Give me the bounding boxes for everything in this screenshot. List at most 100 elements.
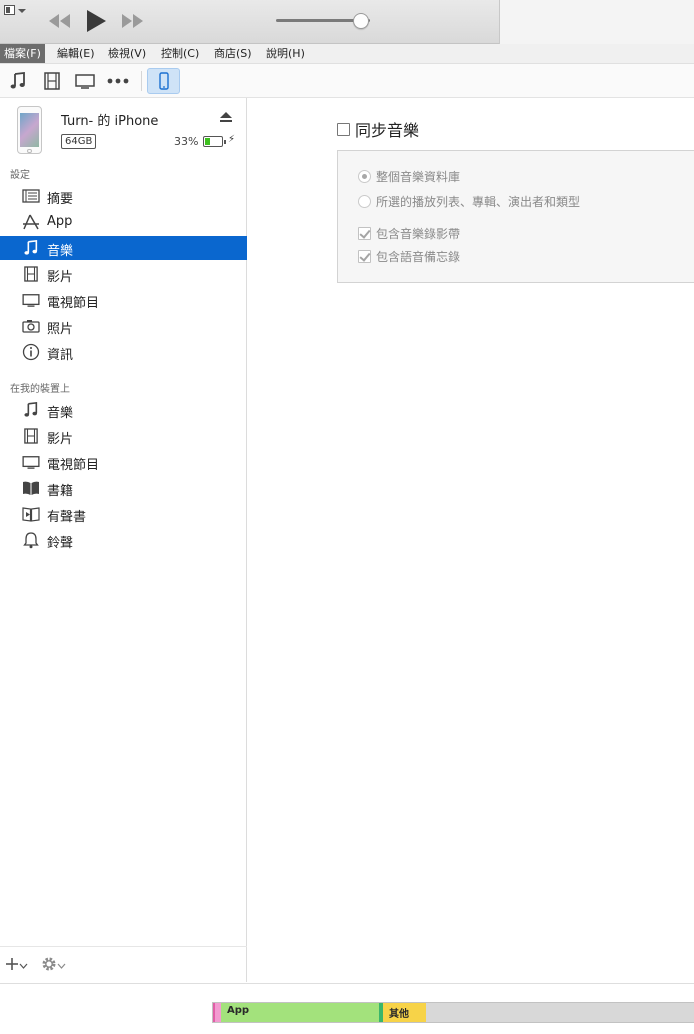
app-store-icon bbox=[21, 213, 41, 231]
volume-knob[interactable] bbox=[353, 13, 369, 29]
iphone-thumbnail bbox=[17, 106, 42, 154]
settings-button[interactable] bbox=[41, 955, 66, 975]
option-label: 包含音樂錄影帶 bbox=[376, 226, 461, 241]
film-icon bbox=[21, 265, 41, 283]
storage-segment bbox=[426, 1003, 693, 1022]
gear-icon bbox=[41, 956, 57, 975]
entire-library-radio[interactable]: 整個音樂資料庫 bbox=[358, 166, 460, 186]
eject-icon[interactable] bbox=[219, 112, 233, 124]
sidebar-item-device-books[interactable]: 書籍 bbox=[0, 476, 247, 500]
sync-checkbox-box[interactable] bbox=[337, 122, 350, 136]
sidebar-item-label: App bbox=[47, 214, 73, 229]
fast-forward-icon[interactable] bbox=[120, 8, 146, 34]
menu-store[interactable]: 商店(S) bbox=[210, 44, 256, 63]
sidebar-item-label: 書籍 bbox=[47, 484, 74, 499]
tv-icon bbox=[21, 291, 41, 309]
film-icon bbox=[21, 427, 41, 445]
info-icon bbox=[21, 343, 41, 361]
sidebar-item-info[interactable]: 資訊 bbox=[0, 340, 247, 364]
sidebar-item-label: 音樂 bbox=[47, 406, 74, 421]
menu-help[interactable]: 說明(H) bbox=[262, 44, 309, 63]
option-label: 所選的播放列表、專輯、演出者和類型 bbox=[376, 194, 581, 209]
sidebar-item-device-audiobooks[interactable]: 有聲書 bbox=[0, 502, 247, 526]
sidebar-item-music[interactable]: 音樂 bbox=[0, 236, 247, 260]
film-icon[interactable] bbox=[40, 69, 64, 93]
chevron-down-icon bbox=[57, 958, 66, 972]
sync-options-group: 整個音樂資料庫 所選的播放列表、專輯、演出者和類型 包含音樂錄影帶 包含語音備忘… bbox=[337, 150, 694, 283]
sidebar-item-tv-shows[interactable]: 電視節目 bbox=[0, 288, 247, 312]
chevron-down-icon bbox=[19, 958, 28, 972]
sidebar: Turn- 的 iPhone 64GB 33% ⚡ 設定 摘要 App 音樂 影… bbox=[0, 98, 247, 982]
sidebar-item-label: 電視節目 bbox=[47, 458, 100, 473]
option-label: 包含語音備忘錄 bbox=[376, 249, 461, 264]
include-voice-memos-checkbox[interactable]: 包含語音備忘錄 bbox=[358, 246, 460, 266]
checkbox[interactable] bbox=[358, 226, 371, 240]
sidebar-item-device-tv-shows[interactable]: 電視節目 bbox=[0, 450, 247, 474]
sidebar-item-device-movies[interactable]: 影片 bbox=[0, 424, 247, 448]
bell-icon bbox=[21, 531, 41, 549]
storage-segment-label: App bbox=[227, 1005, 250, 1016]
iphone-icon[interactable] bbox=[147, 68, 180, 94]
storage-segment: App bbox=[221, 1003, 379, 1022]
add-button[interactable] bbox=[5, 955, 28, 975]
sidebar-footer bbox=[0, 946, 247, 982]
include-videos-checkbox[interactable]: 包含音樂錄影帶 bbox=[358, 223, 460, 243]
music-note-icon[interactable] bbox=[6, 69, 30, 93]
music-sync-panel: 同步音樂 整個音樂資料庫 所選的播放列表、專輯、演出者和類型 包含音樂錄影帶 包… bbox=[248, 98, 694, 982]
sidebar-item-label: 音樂 bbox=[47, 244, 74, 259]
radio-button[interactable] bbox=[358, 169, 371, 183]
audiobook-icon bbox=[21, 505, 41, 523]
title-bar bbox=[0, 0, 694, 44]
status-bar: App 其他 bbox=[0, 983, 694, 1034]
summary-list-icon bbox=[21, 187, 41, 205]
sidebar-item-device-ringtones[interactable]: 鈴聲 bbox=[0, 528, 247, 552]
battery-percent: 33% bbox=[174, 135, 199, 148]
media-toolbar bbox=[0, 64, 694, 98]
window-menu-icon[interactable] bbox=[4, 4, 28, 18]
toolbar-divider bbox=[141, 71, 142, 91]
sidebar-item-label: 影片 bbox=[47, 432, 74, 447]
sidebar-item-label: 影片 bbox=[47, 270, 74, 285]
storage-capacity-bar: App 其他 bbox=[212, 1002, 694, 1023]
more-dots-icon[interactable] bbox=[106, 69, 130, 93]
storage-segment: 其他 bbox=[383, 1003, 426, 1022]
sidebar-item-label: 鈴聲 bbox=[47, 536, 74, 551]
menu-view[interactable]: 檢視(V) bbox=[104, 44, 150, 63]
menu-controls[interactable]: 控制(C) bbox=[157, 44, 203, 63]
play-icon[interactable] bbox=[85, 8, 107, 34]
sidebar-item-summary[interactable]: 摘要 bbox=[0, 184, 247, 208]
camera-icon bbox=[21, 317, 41, 335]
sidebar-item-label: 電視節目 bbox=[47, 296, 100, 311]
music-note-icon bbox=[21, 401, 41, 419]
sync-music-label: 同步音樂 bbox=[355, 121, 420, 140]
volume-slider[interactable] bbox=[276, 13, 378, 29]
menu-edit[interactable]: 編輯(E) bbox=[53, 44, 99, 63]
sync-music-checkbox[interactable]: 同步音樂 bbox=[337, 118, 419, 140]
sidebar-item-photos[interactable]: 照片 bbox=[0, 314, 247, 338]
sidebar-item-label: 照片 bbox=[47, 322, 74, 337]
sidebar-item-movies[interactable]: 影片 bbox=[0, 262, 247, 286]
status-display bbox=[499, 0, 694, 44]
sidebar-item-app[interactable]: App bbox=[0, 210, 247, 234]
menu-bar: 檔案(F) 編輯(E) 檢視(V) 控制(C) 商店(S) 說明(H) bbox=[0, 44, 694, 64]
sidebar-item-device-music[interactable]: 音樂 bbox=[0, 398, 247, 422]
radio-button[interactable] bbox=[358, 194, 371, 208]
sidebar-item-label: 資訊 bbox=[47, 348, 74, 363]
tv-icon[interactable] bbox=[73, 69, 97, 93]
battery-icon bbox=[203, 136, 226, 147]
checkbox[interactable] bbox=[358, 249, 371, 263]
menu-file[interactable]: 檔案(F) bbox=[0, 44, 45, 63]
sidebar-item-label: 有聲書 bbox=[47, 510, 87, 525]
charging-icon: ⚡ bbox=[228, 134, 236, 145]
option-label: 整個音樂資料庫 bbox=[376, 169, 461, 184]
music-note-icon bbox=[21, 239, 41, 257]
on-device-section-title: 在我的裝置上 bbox=[10, 384, 70, 395]
tv-icon bbox=[21, 453, 41, 471]
selected-items-radio[interactable]: 所選的播放列表、專輯、演出者和類型 bbox=[358, 191, 580, 211]
plus-icon bbox=[5, 957, 19, 974]
rewind-icon[interactable] bbox=[46, 8, 72, 34]
device-name: Turn- 的 iPhone bbox=[61, 114, 159, 129]
sidebar-item-label: 摘要 bbox=[47, 192, 74, 207]
book-icon bbox=[21, 479, 41, 497]
capacity-badge: 64GB bbox=[61, 134, 97, 149]
